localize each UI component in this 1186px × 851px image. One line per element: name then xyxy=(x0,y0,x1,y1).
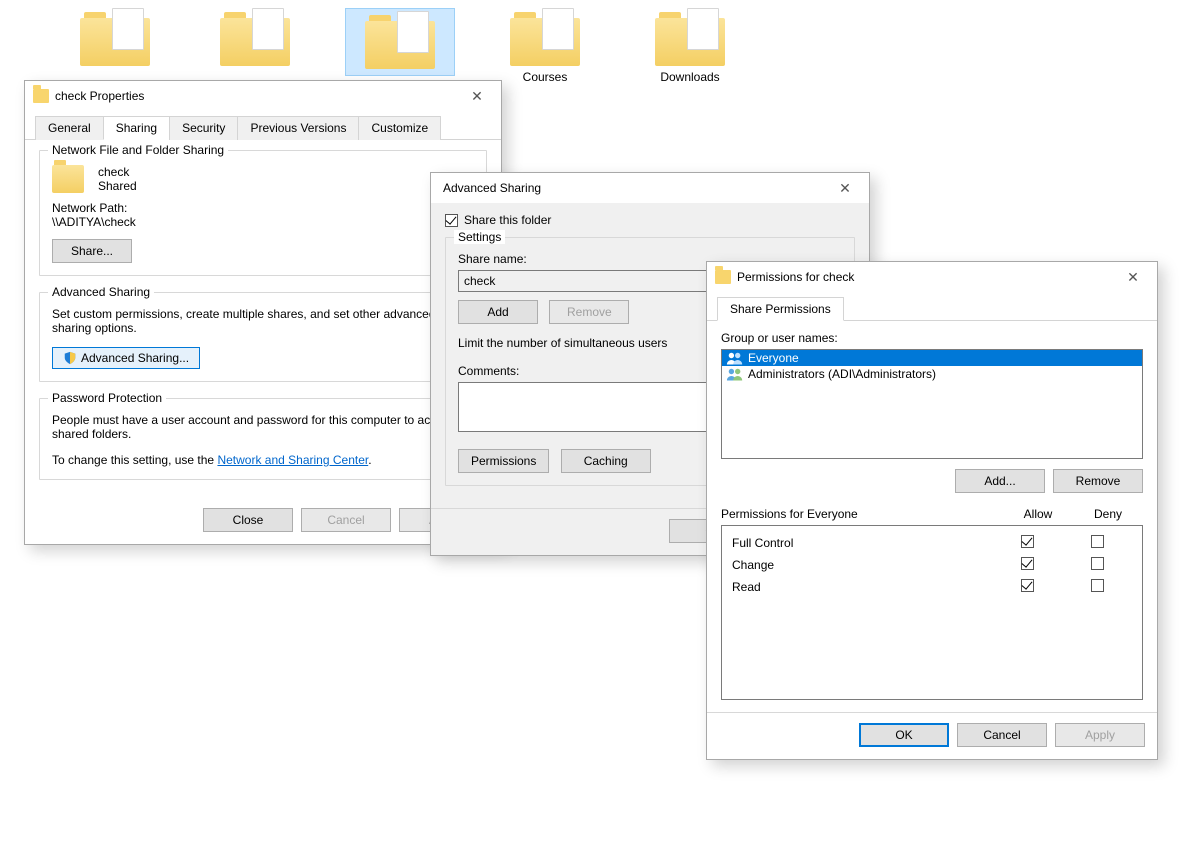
tabs: Share Permissions xyxy=(707,292,1157,321)
folder-label: Courses xyxy=(490,70,600,84)
permissions-for-label: Permissions for Everyone xyxy=(721,507,1003,521)
folder-item[interactable] xyxy=(60,8,170,70)
deny-checkbox[interactable] xyxy=(1091,535,1104,548)
window-title: Advanced Sharing xyxy=(439,181,827,195)
share-folder-checkbox[interactable]: Share this folder xyxy=(445,213,855,227)
checkbox-icon xyxy=(445,214,458,227)
password-text: People must have a user account and pass… xyxy=(52,413,474,441)
ok-button[interactable]: OK xyxy=(859,723,949,747)
share-status: Shared xyxy=(98,179,137,193)
caching-button[interactable]: Caching xyxy=(561,449,651,473)
list-item[interactable]: Administrators (ADI\Administrators) xyxy=(722,366,1142,382)
folder-icon xyxy=(220,8,290,66)
tab-security[interactable]: Security xyxy=(169,116,238,140)
close-icon[interactable]: ✕ xyxy=(827,177,863,199)
permission-label: Read xyxy=(732,580,992,594)
folder-icon xyxy=(80,8,150,66)
folder-item[interactable]: Courses xyxy=(490,8,600,84)
allow-checkbox[interactable] xyxy=(1021,535,1034,548)
deny-checkbox[interactable] xyxy=(1091,579,1104,592)
permissions-button[interactable]: Permissions xyxy=(458,449,549,473)
network-path-label: Network Path: xyxy=(52,201,474,215)
folder-icon xyxy=(655,8,725,66)
folder-icon xyxy=(365,11,435,69)
allow-checkbox[interactable] xyxy=(1021,579,1034,592)
folder-label: Downloads xyxy=(635,70,745,84)
deny-header: Deny xyxy=(1073,507,1143,521)
remove-button[interactable]: Remove xyxy=(549,300,629,324)
tab-customize[interactable]: Customize xyxy=(358,116,441,140)
add-user-button[interactable]: Add... xyxy=(955,469,1045,493)
allow-checkbox[interactable] xyxy=(1021,557,1034,570)
list-item[interactable]: Everyone xyxy=(722,350,1142,366)
folder-icon xyxy=(510,8,580,66)
group-legend: Password Protection xyxy=(48,391,166,405)
user-name: Everyone xyxy=(748,351,799,365)
cancel-button[interactable]: Cancel xyxy=(301,508,391,532)
close-icon[interactable]: ✕ xyxy=(1115,266,1151,288)
window-title: Permissions for check xyxy=(737,270,1115,284)
titlebar[interactable]: check Properties ✕ xyxy=(25,81,501,111)
folder-item[interactable] xyxy=(200,8,310,70)
folder-item-selected[interactable] xyxy=(345,8,455,76)
advanced-sharing-button[interactable]: Advanced Sharing... xyxy=(52,347,200,369)
share-folder-label: Share this folder xyxy=(464,213,551,227)
permission-label: Change xyxy=(732,558,992,572)
folder-name: check xyxy=(98,165,137,179)
network-path: \\ADITYA\check xyxy=(52,215,474,229)
tab-sharing[interactable]: Sharing xyxy=(103,116,170,140)
users-icon xyxy=(726,351,744,365)
permission-row: Full Control xyxy=(732,532,1132,554)
tabs: General Sharing Security Previous Versio… xyxy=(25,111,501,140)
permission-row: Change xyxy=(732,554,1132,576)
deny-checkbox[interactable] xyxy=(1091,557,1104,570)
add-button[interactable]: Add xyxy=(458,300,538,324)
network-sharing-center-link[interactable]: Network and Sharing Center xyxy=(217,453,368,467)
allow-header: Allow xyxy=(1003,507,1073,521)
folder-icon xyxy=(33,89,49,103)
users-icon xyxy=(726,367,744,381)
user-list[interactable]: Everyone Administrators (ADI\Administrat… xyxy=(721,349,1143,459)
user-name: Administrators (ADI\Administrators) xyxy=(748,367,936,381)
group-legend: Advanced Sharing xyxy=(48,285,154,299)
close-icon[interactable]: ✕ xyxy=(459,85,495,107)
advanced-sharing-group: Advanced Sharing Set custom permissions,… xyxy=(39,292,487,382)
permissions-dialog: Permissions for check ✕ Share Permission… xyxy=(706,261,1158,760)
cancel-button[interactable]: Cancel xyxy=(957,723,1047,747)
shield-icon xyxy=(63,351,77,365)
network-sharing-group: Network File and Folder Sharing check Sh… xyxy=(39,150,487,276)
permissions-grid: Full Control Change Read xyxy=(721,525,1143,700)
share-button[interactable]: Share... xyxy=(52,239,132,263)
folder-icon xyxy=(715,270,731,284)
folder-item[interactable]: Downloads xyxy=(635,8,745,84)
titlebar[interactable]: Advanced Sharing ✕ xyxy=(431,173,869,203)
password-text-2: To change this setting, use the Network … xyxy=(52,453,474,467)
group-legend: Settings xyxy=(454,230,505,244)
password-protection-group: Password Protection People must have a u… xyxy=(39,398,487,480)
folder-icon xyxy=(52,165,84,193)
tab-share-permissions[interactable]: Share Permissions xyxy=(717,297,844,321)
advanced-sharing-button-label: Advanced Sharing... xyxy=(81,351,189,365)
tab-previous-versions[interactable]: Previous Versions xyxy=(237,116,359,140)
remove-user-button[interactable]: Remove xyxy=(1053,469,1143,493)
advanced-sharing-text: Set custom permissions, create multiple … xyxy=(52,307,474,335)
permission-row: Read xyxy=(732,576,1132,598)
close-button[interactable]: Close xyxy=(203,508,293,532)
group-legend: Network File and Folder Sharing xyxy=(48,143,228,157)
window-title: check Properties xyxy=(55,89,459,103)
apply-button[interactable]: Apply xyxy=(1055,723,1145,747)
titlebar[interactable]: Permissions for check ✕ xyxy=(707,262,1157,292)
group-user-names-label: Group or user names: xyxy=(721,331,1143,345)
permission-label: Full Control xyxy=(732,536,992,550)
tab-general[interactable]: General xyxy=(35,116,104,140)
